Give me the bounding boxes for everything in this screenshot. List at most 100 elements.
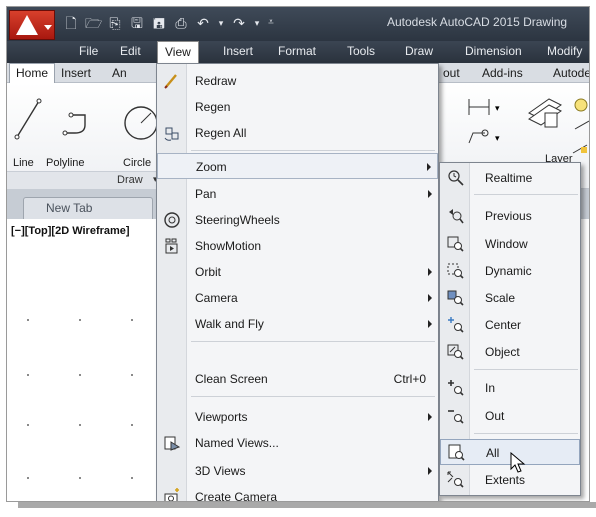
menu-item-label: Orbit	[195, 265, 222, 279]
tab-annotate[interactable]: An	[112, 66, 127, 80]
menu-format[interactable]: Format	[278, 44, 316, 58]
circle-icon	[124, 106, 158, 140]
menu-item-named-views[interactable]: Named Views...	[157, 430, 438, 456]
save-as-icon[interactable]: 🖪	[151, 15, 167, 31]
menu-item-create-camera[interactable]: Create Camera	[157, 484, 438, 501]
grid-dot	[79, 374, 81, 376]
menu-item-regen[interactable]: Regen	[157, 94, 438, 120]
menu-edit[interactable]: Edit	[120, 44, 141, 58]
grid-dot	[79, 319, 81, 321]
line-tool-label[interactable]: Line	[13, 157, 34, 169]
menu-draw[interactable]: Draw	[405, 44, 433, 58]
submenu-arrow-icon	[428, 294, 432, 302]
zoom-item-label: Object	[485, 345, 520, 359]
zoom-item-out[interactable]: Out	[440, 403, 580, 429]
redraw-icon	[163, 72, 181, 90]
menu-item-label: ShowMotion	[195, 239, 262, 253]
undo-icon[interactable]: ↶	[195, 15, 211, 31]
zoom-item-label: Out	[485, 409, 505, 423]
menu-item-label: Zoom	[196, 160, 227, 174]
menu-item-orbit[interactable]: Orbit	[157, 259, 438, 285]
menu-item-label: Clean Screen	[195, 372, 268, 386]
tab-insert[interactable]: Insert	[61, 66, 91, 80]
zoom-realtime-icon	[447, 169, 465, 187]
zoom-item-center[interactable]: Center	[440, 312, 580, 338]
menu-item-label: Viewports	[195, 410, 248, 424]
menu-item-steeringwheels[interactable]: SteeringWheels	[157, 207, 438, 233]
menu-insert[interactable]: Insert	[223, 44, 253, 58]
customize-qat-icon[interactable]: ⩡	[267, 15, 275, 31]
zoom-item-label: In	[485, 381, 496, 395]
polyline-tool-label[interactable]: Polyline	[46, 157, 85, 169]
svg-text:▾: ▾	[495, 133, 500, 143]
menu-item-clean-screen[interactable]: Clean Screen Ctrl+0	[157, 366, 438, 392]
menu-bar: File Edit View Insert Format Tools Draw …	[7, 41, 589, 63]
grid-dot	[79, 424, 81, 426]
mouse-cursor-icon	[510, 452, 526, 473]
lightbulb-icon	[574, 98, 588, 112]
draw-panel-title[interactable]: Draw ▾	[7, 171, 167, 189]
save-icon[interactable]: 🖫	[129, 15, 145, 31]
zoom-item-window[interactable]: Window	[440, 231, 580, 257]
submenu-arrow-icon	[428, 268, 432, 276]
zoom-item-scale[interactable]: Scale	[440, 285, 580, 311]
grid-dot	[27, 477, 29, 479]
menu-item-label: 3D Views	[195, 464, 246, 478]
new-tab[interactable]: New Tab	[23, 197, 153, 219]
zoom-all-icon	[448, 444, 466, 462]
zoom-item-realtime[interactable]: Realtime	[440, 165, 580, 191]
menu-dimension[interactable]: Dimension	[465, 44, 522, 58]
new-tab-label: New Tab	[46, 201, 93, 215]
layer-properties-icon	[528, 98, 562, 128]
menu-file[interactable]: File	[79, 44, 98, 58]
tab-home[interactable]: Home	[9, 63, 56, 84]
zoom-window-icon	[447, 235, 465, 253]
title-bar: 🗋 🗁 ⎘ 🖫 🖪 ⎙ ↶ ▾ ↷ ▾ ⩡ Autodesk AutoCAD 2…	[7, 7, 589, 41]
menu-item-zoom[interactable]: Zoom	[157, 153, 438, 179]
open-folder-icon[interactable]: 🗁	[85, 15, 102, 31]
menu-item-3d-views[interactable]: 3D Views	[157, 458, 438, 484]
zoom-item-previous[interactable]: Previous	[440, 203, 580, 229]
zoom-item-dynamic[interactable]: Dynamic	[440, 258, 580, 284]
viewport-controls[interactable]: [−][Top][2D Wireframe]	[11, 225, 130, 237]
zoom-center-icon	[447, 316, 465, 334]
menu-item-pan[interactable]: Pan	[157, 181, 438, 207]
menu-item-redraw[interactable]: Redraw	[157, 68, 438, 94]
menu-item-camera[interactable]: Camera	[157, 285, 438, 311]
zoom-item-in[interactable]: In	[440, 375, 580, 401]
menu-item-viewports[interactable]: Viewports	[157, 404, 438, 430]
tab-autodesk[interactable]: Autode	[553, 66, 589, 80]
tab-add-ins[interactable]: Add-ins	[482, 66, 523, 80]
zoom-item-object[interactable]: Object	[440, 339, 580, 365]
menu-item-label: Named Views...	[195, 436, 279, 450]
window-shadow	[18, 502, 596, 508]
tab-layout[interactable]: out	[443, 66, 460, 80]
layer-tools-icon	[572, 120, 589, 154]
menu-item-regen-all[interactable]: Regen All	[157, 120, 438, 146]
open-sheet-icon[interactable]: ⎘	[107, 15, 123, 31]
redo-icon[interactable]: ↷	[231, 15, 247, 31]
grid-dot	[131, 424, 133, 426]
print-icon[interactable]: ⎙	[173, 15, 189, 31]
redo-dropdown-icon[interactable]: ▾	[253, 15, 261, 31]
menu-view[interactable]: View	[157, 41, 199, 63]
submenu-arrow-icon	[428, 320, 432, 328]
grid-dot	[79, 477, 81, 479]
zoom-item-label: Previous	[485, 209, 532, 223]
zoom-out-icon	[447, 407, 465, 425]
menu-item-showmotion[interactable]: ShowMotion	[157, 233, 438, 259]
menu-separator	[474, 433, 578, 434]
menu-modify[interactable]: Modify	[547, 44, 582, 58]
new-file-icon[interactable]: 🗋	[63, 15, 79, 31]
menu-tools[interactable]: Tools	[347, 44, 375, 58]
zoom-item-label: Window	[485, 237, 528, 251]
autocad-logo-icon	[16, 15, 38, 35]
menu-separator	[474, 369, 578, 370]
menu-item-walk-and-fly[interactable]: Walk and Fly	[157, 311, 438, 337]
line-icon	[14, 98, 42, 140]
undo-dropdown-icon[interactable]: ▾	[217, 15, 225, 31]
circle-tool-label[interactable]: Circle	[123, 157, 151, 169]
named-views-icon	[163, 434, 181, 452]
grid-dot	[27, 319, 29, 321]
application-menu-button[interactable]	[9, 10, 55, 40]
